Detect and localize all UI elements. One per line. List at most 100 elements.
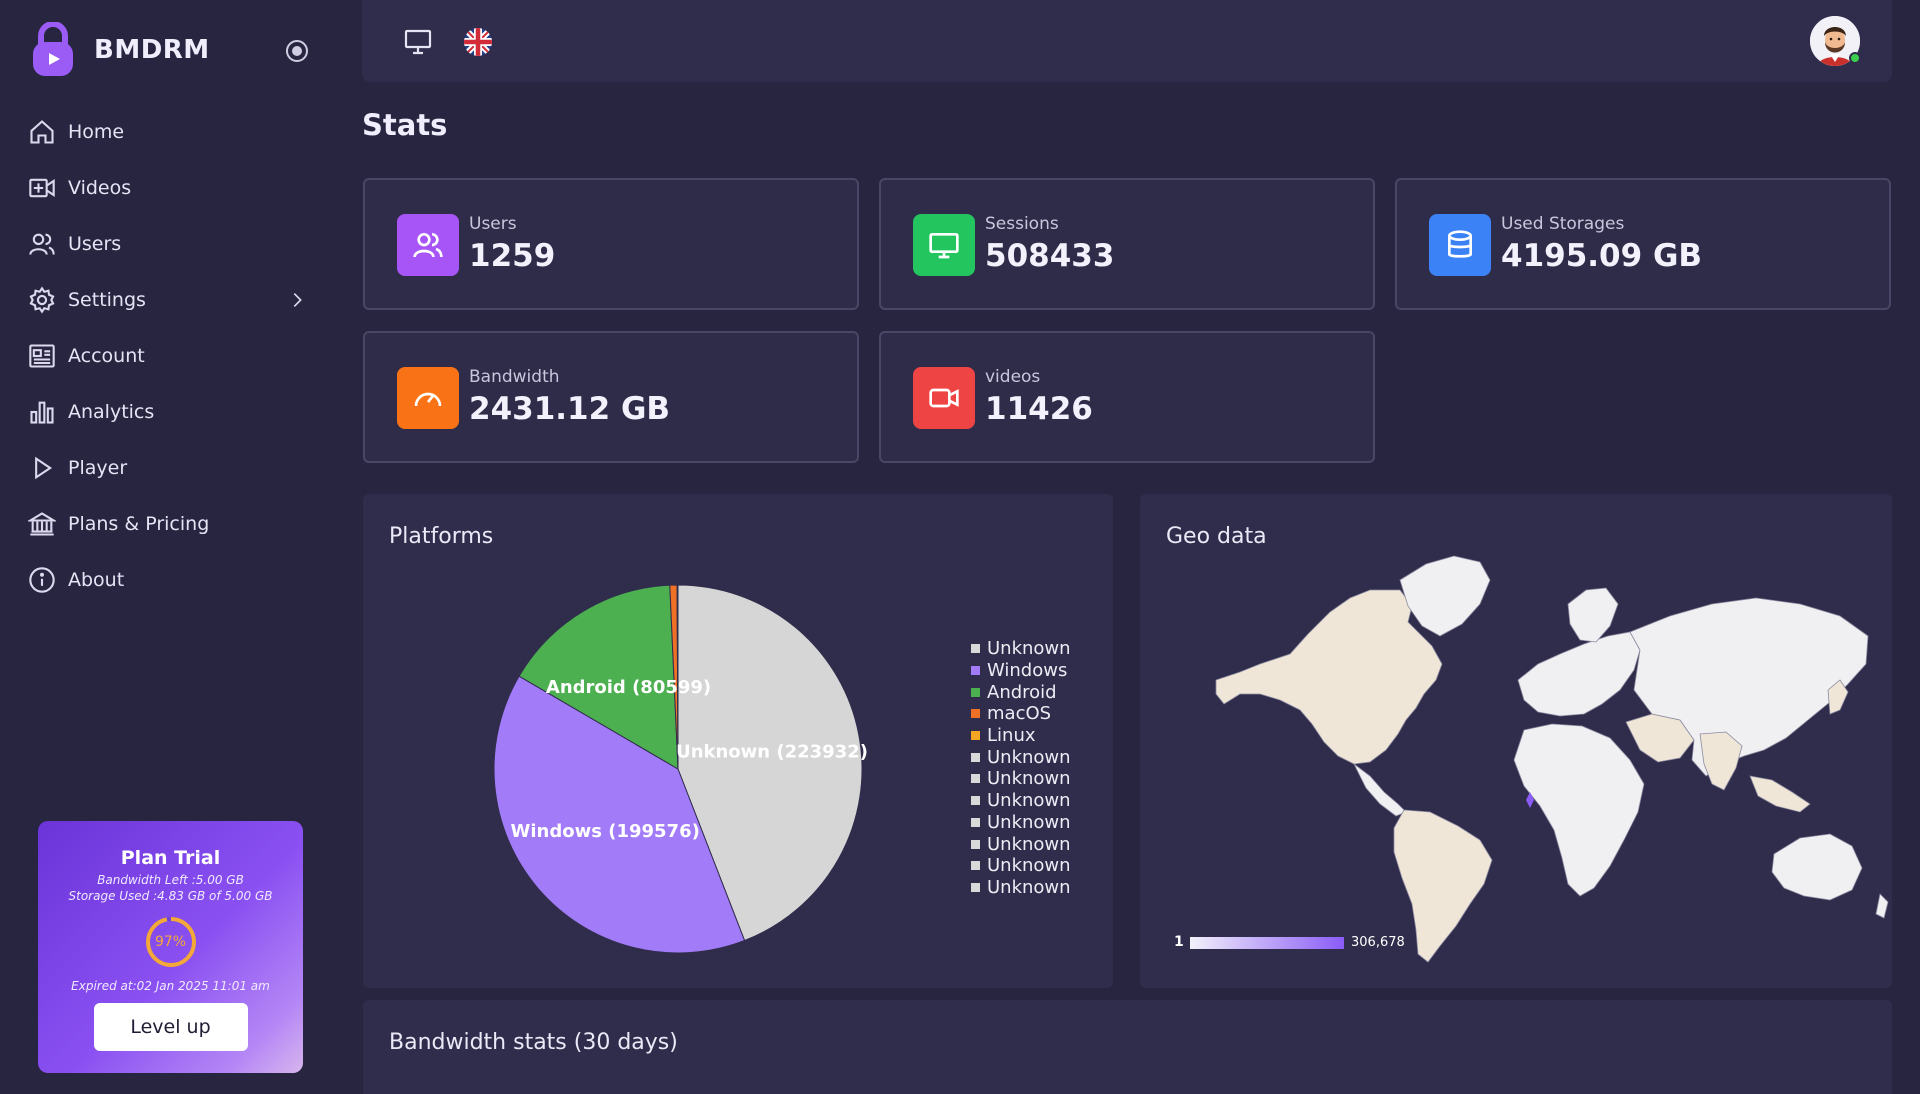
gear-icon bbox=[29, 286, 55, 314]
legend-swatch bbox=[971, 817, 980, 827]
legend-swatch bbox=[971, 839, 980, 849]
users-icon bbox=[413, 233, 443, 258]
sidebar-item-label: Videos bbox=[68, 177, 132, 199]
sidebar-toggle-icon[interactable] bbox=[284, 38, 310, 64]
legend-swatch bbox=[971, 731, 980, 741]
stat-card-used-storages[interactable]: Used Storages 4195.09 GB bbox=[1395, 178, 1891, 310]
legend-item[interactable]: Windows bbox=[971, 660, 1071, 682]
platforms-panel: Platforms Unknown (223932) Windows (19957… bbox=[363, 494, 1113, 988]
plan-usage-percent: 97% bbox=[154, 934, 187, 950]
home-icon bbox=[30, 120, 54, 144]
map-europe bbox=[1517, 631, 1641, 717]
stat-value: 2431.12 GB bbox=[469, 391, 671, 427]
sidebar-item-label: Player bbox=[68, 457, 128, 479]
sidebar-item-label: Account bbox=[68, 345, 145, 367]
sidebar-item-label: Plans & Pricing bbox=[68, 513, 210, 535]
sidebar-item-label: Users bbox=[68, 233, 122, 255]
legend-label: Unknown bbox=[987, 833, 1071, 855]
legend-label: Unknown bbox=[987, 876, 1071, 898]
topbar bbox=[362, 0, 1892, 82]
map-australia bbox=[1771, 833, 1863, 901]
sidebar-item-videos[interactable]: Videos bbox=[28, 160, 308, 216]
legend-swatch bbox=[971, 666, 980, 676]
map-scandinavia bbox=[1567, 587, 1619, 643]
stat-value: 11426 bbox=[985, 391, 1093, 427]
plan-storage-used: Storage Used :4.83 GB of 5.00 GB bbox=[68, 889, 273, 903]
legend-label: Linux bbox=[987, 725, 1036, 747]
legend-label: macOS bbox=[987, 703, 1052, 725]
sidebar-item-home[interactable]: Home bbox=[28, 104, 308, 160]
sidebar-item-plans-pricing[interactable]: Plans & Pricing bbox=[28, 496, 308, 552]
pie-data-label: Windows (199576) bbox=[511, 821, 700, 842]
legend-swatch bbox=[971, 882, 980, 892]
monitor-icon[interactable] bbox=[402, 26, 434, 58]
bank-icon bbox=[28, 512, 56, 536]
stat-value: 1259 bbox=[469, 238, 556, 274]
sidebar-item-about[interactable]: About bbox=[28, 552, 308, 608]
play-icon bbox=[35, 456, 53, 480]
stat-card-videos[interactable]: videos 11426 bbox=[879, 331, 1375, 463]
sidebar-item-users[interactable]: Users bbox=[28, 216, 308, 272]
speedometer-icon bbox=[414, 392, 442, 407]
map-greenland bbox=[1399, 555, 1491, 637]
stat-label: Bandwidth bbox=[469, 367, 560, 387]
uk-flag-icon[interactable] bbox=[462, 26, 494, 58]
stat-card-sessions[interactable]: Sessions 508433 bbox=[879, 178, 1375, 310]
users-icon bbox=[29, 233, 55, 255]
geo-scale-max: 306,678 bbox=[1351, 935, 1405, 950]
legend-label: Unknown bbox=[987, 790, 1071, 812]
legend-label: Unknown bbox=[987, 768, 1071, 790]
legend-item[interactable]: Unknown bbox=[971, 746, 1071, 768]
geo-scale-gradient bbox=[1190, 937, 1344, 949]
sidebar-nav: Home Videos Users Settings Account Analy… bbox=[28, 104, 308, 608]
plan-usage-ring: 97% bbox=[144, 915, 198, 969]
legend-swatch bbox=[971, 752, 980, 762]
brand[interactable]: BMDRM bbox=[30, 22, 210, 78]
pie-data-label: Android (80599) bbox=[546, 677, 711, 698]
legend-item[interactable]: Unknown bbox=[971, 768, 1071, 790]
map-new-zealand bbox=[1875, 893, 1889, 919]
map-south-america bbox=[1393, 809, 1493, 963]
level-up-button[interactable]: Level up bbox=[93, 1003, 248, 1051]
sidebar-item-label: Home bbox=[68, 121, 125, 143]
legend-item[interactable]: Unknown bbox=[971, 833, 1071, 855]
sidebar-item-player[interactable]: Player bbox=[28, 440, 308, 496]
legend-swatch bbox=[971, 709, 980, 719]
brand-name: BMDRM bbox=[94, 35, 210, 65]
map-india bbox=[1699, 731, 1743, 791]
legend-item[interactable]: Unknown bbox=[971, 855, 1071, 877]
sidebar-item-label: Analytics bbox=[68, 401, 155, 423]
sidebar-item-account[interactable]: Account bbox=[28, 328, 308, 384]
page-title: Stats bbox=[362, 108, 448, 142]
world-map[interactable] bbox=[1140, 494, 1892, 988]
chevron-right-icon bbox=[293, 292, 302, 308]
map-southeast-asia bbox=[1749, 775, 1811, 813]
sidebar-item-analytics[interactable]: Analytics bbox=[28, 384, 308, 440]
stat-value: 508433 bbox=[985, 238, 1115, 274]
sidebar-item-label: Settings bbox=[68, 289, 146, 311]
lock-play-logo-icon bbox=[33, 22, 73, 76]
legend-item[interactable]: Android bbox=[971, 681, 1071, 703]
legend-item[interactable]: Unknown bbox=[971, 877, 1071, 899]
pie-data-label: Unknown (223932) bbox=[676, 741, 868, 762]
legend-item[interactable]: Unknown bbox=[971, 638, 1071, 660]
legend-item[interactable]: macOS bbox=[971, 703, 1071, 725]
legend-label: Unknown bbox=[987, 746, 1071, 768]
legend-item[interactable]: Linux bbox=[971, 725, 1071, 747]
sidebar-item-settings[interactable]: Settings bbox=[28, 272, 308, 328]
legend-label: Unknown bbox=[987, 811, 1071, 833]
legend-label: Unknown bbox=[987, 855, 1071, 877]
stat-card-bandwidth[interactable]: Bandwidth 2431.12 GB bbox=[363, 331, 859, 463]
stat-label: Sessions bbox=[985, 214, 1059, 234]
legend-item[interactable]: Unknown bbox=[971, 790, 1071, 812]
online-status-dot bbox=[1849, 52, 1861, 64]
plan-bandwidth-left: Bandwidth Left :5.00 GB bbox=[97, 873, 244, 887]
geo-panel: Geo data 1 306,678 bbox=[1140, 494, 1892, 988]
legend-swatch bbox=[971, 774, 980, 784]
legend-item[interactable]: Unknown bbox=[971, 812, 1071, 834]
database-icon bbox=[1448, 230, 1472, 258]
stat-card-users[interactable]: Users 1259 bbox=[363, 178, 859, 310]
stat-label: videos bbox=[985, 367, 1041, 387]
platforms-legend: Unknown Windows Android macOS Linux Unknown Un… bbox=[971, 638, 1071, 898]
account-card-icon bbox=[29, 344, 55, 368]
